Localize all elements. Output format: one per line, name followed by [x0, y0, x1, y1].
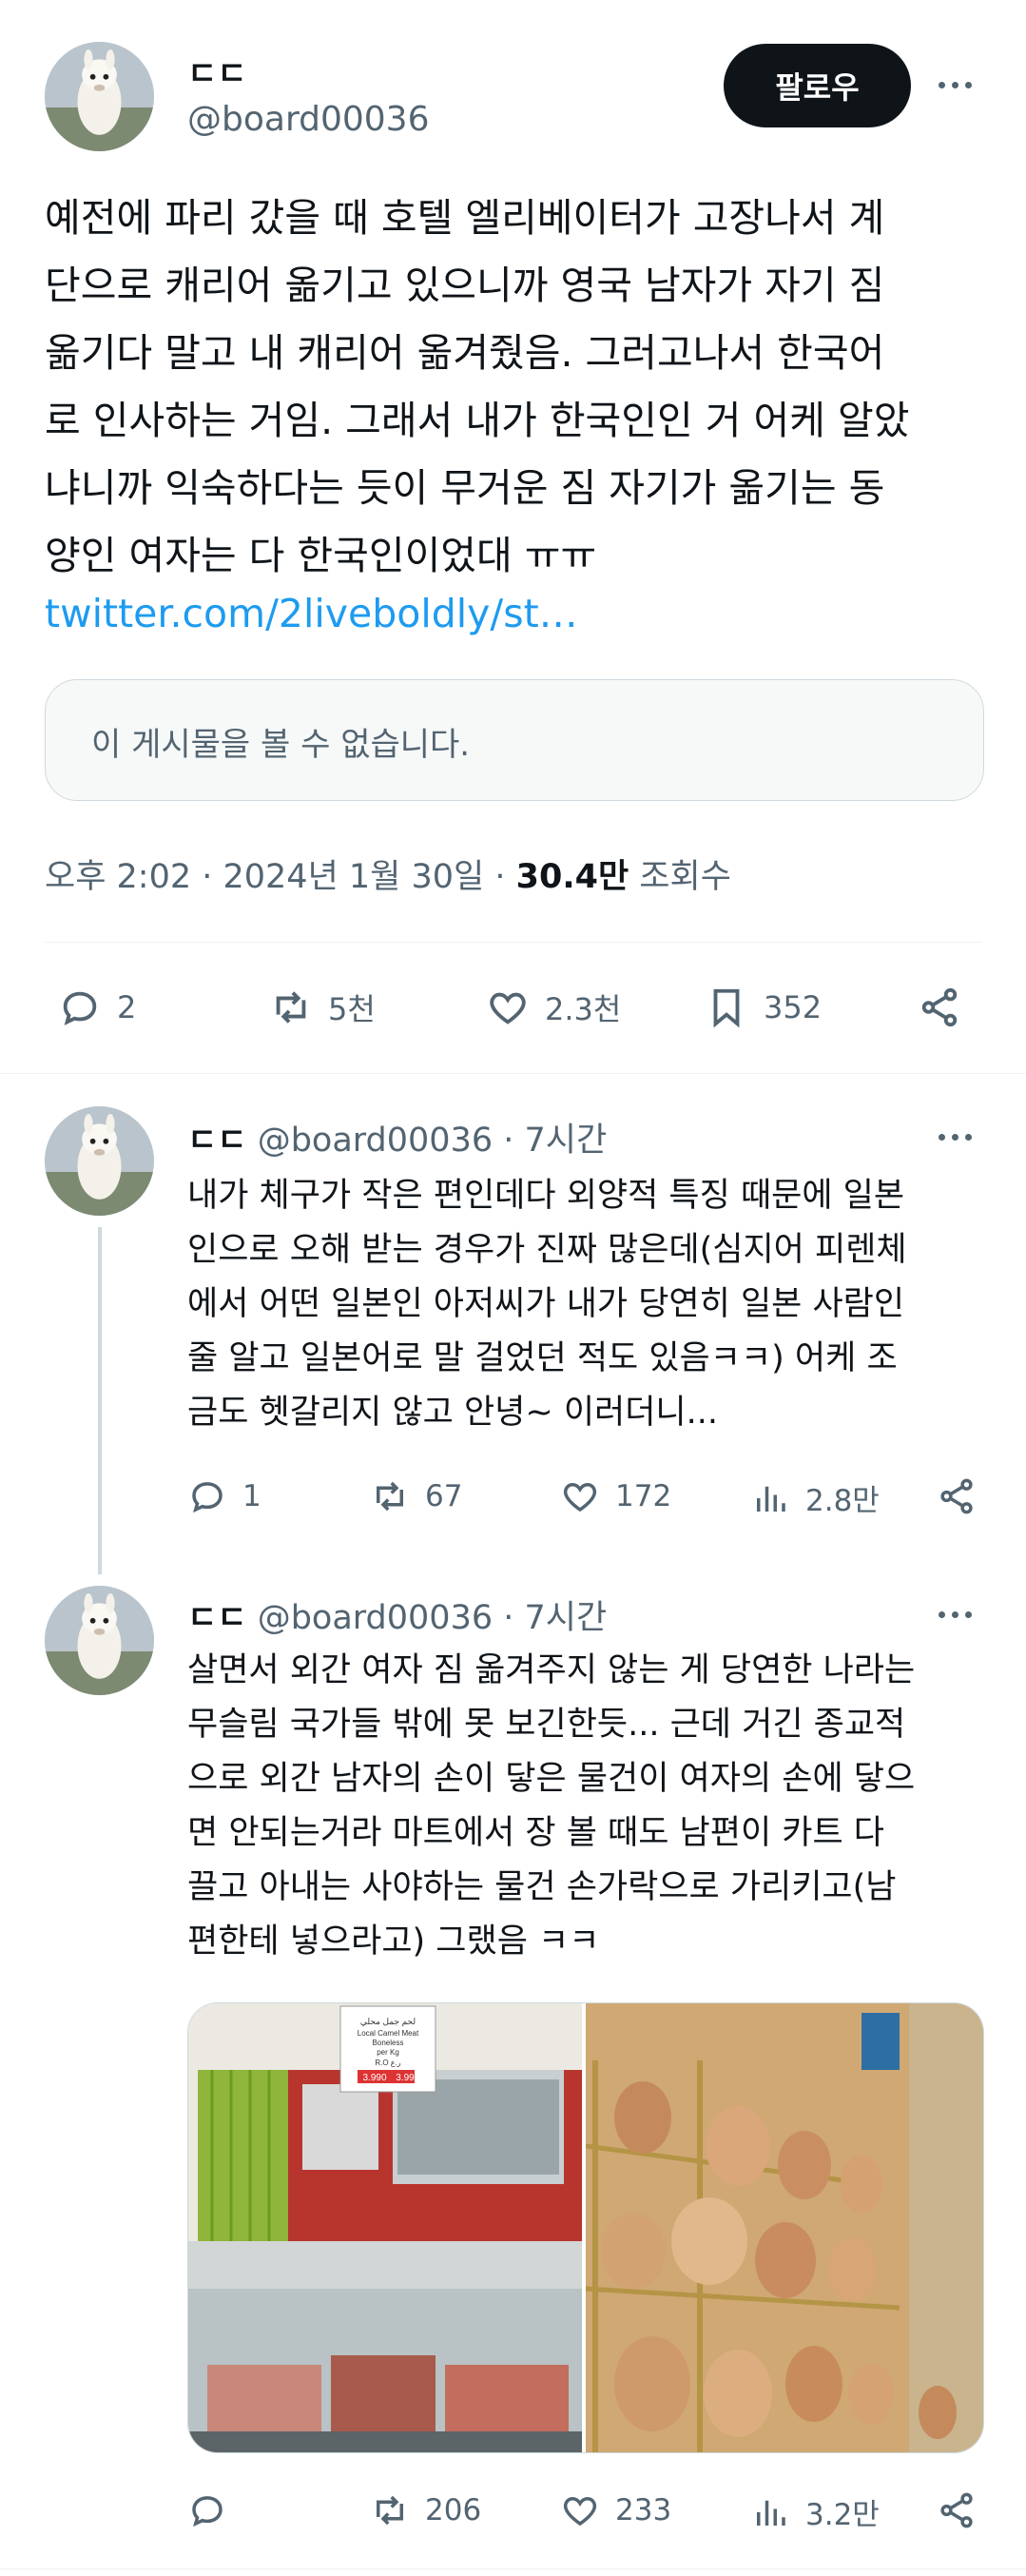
views-chart-icon [757, 2500, 785, 2526]
reply-author-handle[interactable]: @board00036 [258, 1122, 493, 1160]
heart-icon [490, 992, 526, 1025]
reply-count: 1 [242, 1479, 261, 1513]
reply-text: 살면서 외간 여자 짐 옮겨주지 않는 게 당연한 나라는 무슬림 국가들 밖에… [187, 1651, 916, 1961]
price-sign-product: Local Camel Meat [358, 2029, 419, 2038]
retweet-icon [276, 991, 306, 1024]
meat-counter-photo[interactable]: لحم جمل محلي Local Camel Meat Boneless p… [188, 2003, 582, 2452]
reply-author-name[interactable]: ㄷㄷ [187, 1122, 247, 1160]
quote-unavailable-text: 이 게시물을 볼 수 없습니다. [91, 726, 471, 764]
price-sign-old-price: 3.990 [362, 2073, 386, 2083]
retweet-count: 206 [425, 2493, 482, 2527]
reply-text: 내가 체구가 작은 편인데다 외양적 특징 때문에 일본 인으로 오해 받는 경… [187, 1177, 907, 1432]
reply-header: ㄷㄷ @board00036 · 7시간 [187, 1113, 607, 1161]
retweet-icon [377, 2495, 403, 2526]
views-count: 2.8만 [805, 1484, 880, 1518]
meat-counter-image: لحم جمل محلي Local Camel Meat Boneless p… [188, 2003, 582, 2452]
price-sign-currency: R.O ر.ع [375, 2059, 400, 2067]
more-options-icon[interactable] [939, 1134, 972, 1141]
heart-icon [563, 1482, 597, 1512]
retweet-count: 5천 [328, 991, 376, 1027]
divider [0, 1073, 1026, 1074]
more-options-icon[interactable] [939, 1611, 972, 1618]
retweet-button[interactable]: 67 [370, 1476, 462, 1516]
heart-icon [563, 2496, 597, 2527]
pottery-shop-image [586, 2003, 983, 2452]
like-count: 2.3천 [545, 991, 622, 1027]
reply-author-name[interactable]: ㄷㄷ [187, 1599, 247, 1637]
reply-avatar[interactable] [45, 1106, 154, 1216]
views-button[interactable]: 3.2만 [750, 2490, 880, 2533]
price-sign-arabic: لحم جمل محلي [360, 2017, 416, 2027]
share-icon [940, 2492, 973, 2528]
retweet-button[interactable]: 5천 [269, 986, 376, 1029]
like-button[interactable]: 172 [560, 1476, 671, 1516]
thread-connector-line [98, 1227, 102, 1574]
reply-count: 2 [117, 989, 137, 1025]
reply-button[interactable]: 2 [58, 986, 136, 1029]
share-button[interactable] [937, 2490, 977, 2530]
more-options-icon[interactable] [939, 82, 972, 88]
like-button[interactable]: 2.3천 [486, 986, 621, 1029]
reply-author-handle[interactable]: @board00036 [258, 1599, 493, 1637]
views-chart-icon [757, 1486, 785, 1512]
price-sign-unit: per Kg [377, 2048, 399, 2057]
divider [45, 942, 982, 943]
views-count: 30.4만 [515, 858, 629, 896]
reply-avatar[interactable] [45, 1586, 154, 1695]
reply-icon [192, 2496, 223, 2527]
share-button[interactable] [918, 986, 961, 1029]
reply-icon [63, 991, 97, 1025]
alpaca-avatar-image [45, 42, 154, 151]
reply-icon [192, 1482, 223, 1513]
share-button[interactable] [937, 1476, 977, 1516]
bookmark-button[interactable]: 352 [705, 986, 822, 1029]
share-icon [940, 1478, 973, 1514]
divider [0, 2568, 1026, 2569]
views-button[interactable]: 2.8만 [750, 1476, 880, 1519]
alpaca-avatar-image [45, 1106, 154, 1216]
views-count: 3.2만 [805, 2498, 880, 2532]
alpaca-avatar-image [45, 1586, 154, 1695]
reply-button[interactable] [187, 2490, 242, 2530]
share-icon [921, 987, 958, 1027]
media-grid: لحم جمل محلي Local Camel Meat Boneless p… [187, 2002, 984, 2453]
price-sign-boneless: Boneless [373, 2039, 404, 2047]
author-handle[interactable]: @board00036 [187, 100, 429, 139]
price-sign-new-price: 3.99 [396, 2073, 415, 2083]
like-count: 172 [615, 1479, 672, 1513]
like-count: 233 [615, 2493, 672, 2527]
quoted-tweet-unavailable: 이 게시물을 볼 수 없습니다. [45, 679, 984, 801]
pottery-shop-photo[interactable] [586, 2003, 983, 2452]
tweet-link[interactable]: twitter.com/2liveboldly/st… [45, 591, 578, 636]
like-button[interactable]: 233 [560, 2490, 671, 2530]
tweet-text: 예전에 파리 갔을 때 호텔 엘리베이터가 고장나서 계 단으로 캐리어 옮기고… [45, 195, 910, 578]
bookmark-count: 352 [764, 989, 823, 1025]
retweet-count: 67 [425, 1479, 463, 1513]
reply-header: ㄷㄷ @board00036 · 7시간 [187, 1590, 607, 1639]
tweet-timestamp: 오후 2:02 · 2024년 1월 30일 · 30.4만 조회수 [45, 849, 731, 898]
author-name[interactable]: ㄷㄷ [187, 48, 247, 94]
views-label: 조회수 [629, 858, 731, 896]
bookmark-icon [713, 988, 740, 1028]
reply-time[interactable]: · 7시간 [493, 1599, 607, 1637]
reply-button[interactable]: 1 [187, 1476, 261, 1516]
author-avatar[interactable] [45, 42, 154, 151]
follow-button[interactable]: 팔로우 [724, 44, 911, 127]
retweet-icon [377, 1481, 403, 1512]
retweet-button[interactable]: 206 [370, 2490, 481, 2530]
reply-time[interactable]: · 7시간 [493, 1122, 607, 1160]
tweet-time[interactable]: 오후 2:02 · 2024년 1월 30일 · [45, 858, 516, 896]
